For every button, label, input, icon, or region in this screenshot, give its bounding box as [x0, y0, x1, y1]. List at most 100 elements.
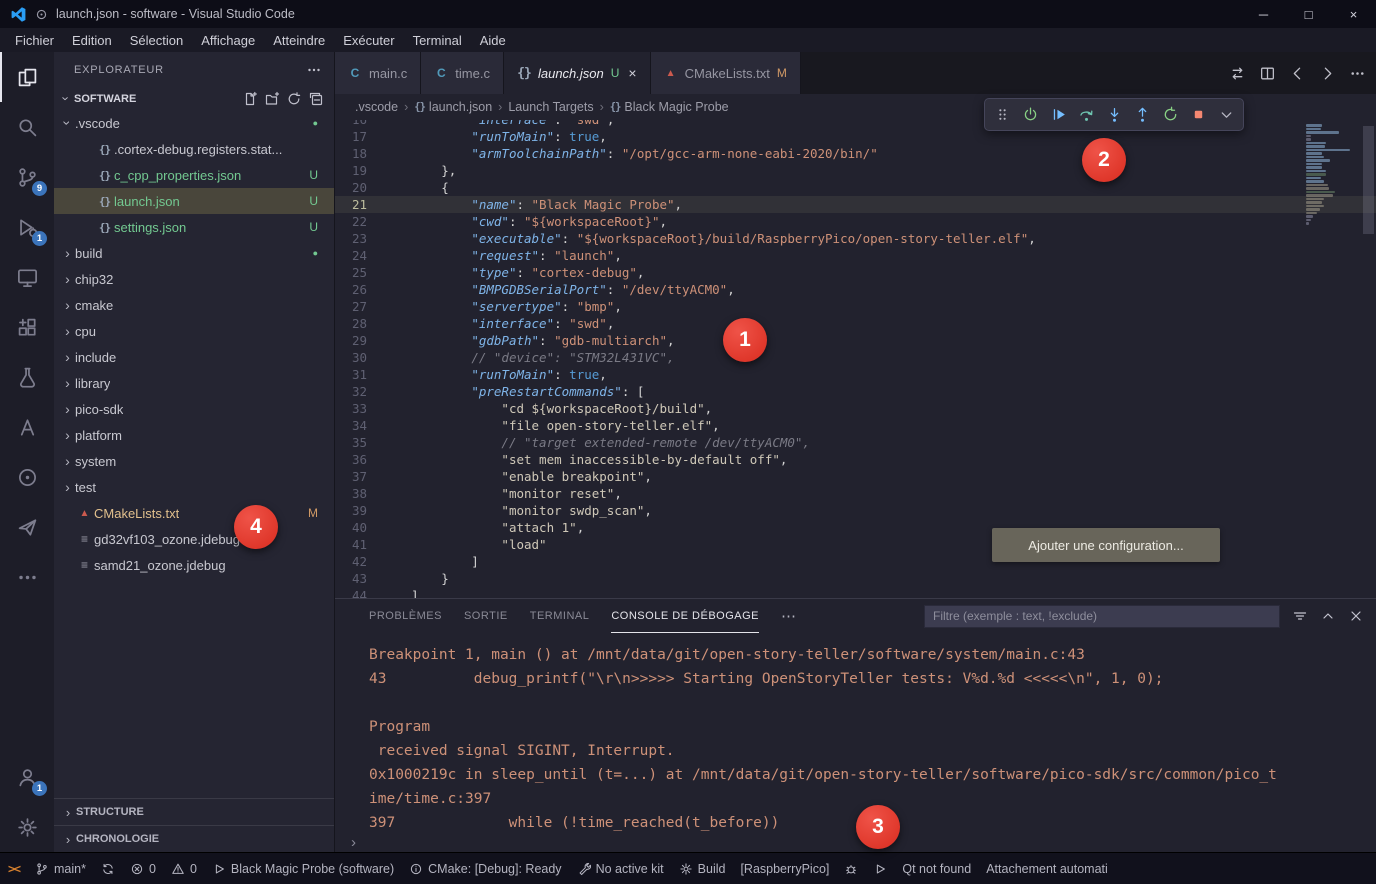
menu-s-lection[interactable]: Sélection	[121, 30, 192, 51]
activity-remote-explorer[interactable]	[0, 252, 54, 302]
tab-main-c[interactable]: Cmain.c	[335, 52, 421, 94]
activity-account[interactable]: 1	[0, 752, 54, 802]
breadcrumb-item-launch-json[interactable]: {}launch.json	[414, 100, 492, 114]
navigate-forward-icon[interactable]	[1319, 65, 1336, 82]
status-errors[interactable]: 0	[130, 862, 156, 876]
tree-item-cmakelists-txt[interactable]: ▲CMakeLists.txtM	[54, 500, 334, 526]
console-filter-input[interactable]	[924, 605, 1280, 628]
status-build[interactable]: Build	[679, 862, 726, 876]
tree-item-launch-json[interactable]: {}launch.jsonU	[54, 188, 334, 214]
menu-ex-cuter[interactable]: Exécuter	[334, 30, 403, 51]
panel-tab-sortie[interactable]: SORTIE	[464, 599, 508, 633]
activity-ext-flag[interactable]	[0, 502, 54, 552]
tree-item-c-cpp-properties-json[interactable]: {}c_cpp_properties.jsonU	[54, 162, 334, 188]
activity-search[interactable]	[0, 102, 54, 152]
new-folder-icon[interactable]	[264, 91, 280, 107]
close-button[interactable]: ×	[1331, 0, 1376, 28]
continue-button[interactable]	[1045, 102, 1071, 128]
timeline-section[interactable]: › CHRONOLOGIE	[54, 825, 334, 852]
tree-item-cmake[interactable]: ›cmake	[54, 292, 334, 318]
menu-affichage[interactable]: Affichage	[192, 30, 264, 51]
tree-item-gd32vf103-ozone-jdebug[interactable]: ≡gd32vf103_ozone.jdebug	[54, 526, 334, 552]
tree-item-test[interactable]: ›test	[54, 474, 334, 500]
breadcrumb-item-vscode[interactable]: .vscode	[355, 100, 398, 114]
split-editor-icon[interactable]	[1259, 65, 1276, 82]
maximize-button[interactable]: □	[1286, 0, 1331, 28]
panel-tab-probl-mes[interactable]: PROBLÈMES	[369, 599, 442, 633]
open-changes-icon[interactable]	[1229, 65, 1246, 82]
tree-item-settings-json[interactable]: {}settings.jsonU	[54, 214, 334, 240]
minimize-button[interactable]: ─	[1241, 0, 1286, 28]
tree-item-chip32[interactable]: ›chip32	[54, 266, 334, 292]
status-qt[interactable]: Qt not found	[902, 862, 971, 876]
activity-settings[interactable]	[0, 802, 54, 852]
editor-scrollbar[interactable]	[1363, 126, 1374, 234]
tab-cmakelists-txt[interactable]: ▲CMakeLists.txtM	[651, 52, 801, 94]
more-actions-icon[interactable]	[1349, 65, 1366, 82]
breadcrumb-item-launch-targets[interactable]: Launch Targets	[508, 100, 593, 114]
refresh-icon[interactable]	[286, 91, 302, 107]
tree-item-include[interactable]: ›include	[54, 344, 334, 370]
tree-item-pico-sdk[interactable]: ›pico-sdk	[54, 396, 334, 422]
close-icon[interactable]: ×	[628, 65, 636, 81]
filter-lines-icon[interactable]	[1292, 608, 1308, 624]
debug-console-input[interactable]: ›	[335, 832, 1376, 852]
tree-item-platform[interactable]: ›platform	[54, 422, 334, 448]
minimap[interactable]	[1306, 124, 1360, 225]
tree-item-samd21-ozone-jdebug[interactable]: ≡samd21_ozone.jdebug	[54, 552, 334, 578]
activity-ext-circle[interactable]	[0, 452, 54, 502]
activity-extensions[interactable]	[0, 302, 54, 352]
status-debug[interactable]	[844, 862, 858, 876]
status-branch[interactable]: main*	[35, 862, 86, 876]
add-configuration-button[interactable]: Ajouter une configuration...	[992, 528, 1220, 562]
tree-item-system[interactable]: ›system	[54, 448, 334, 474]
menu-atteindre[interactable]: Atteindre	[264, 30, 334, 51]
chevron-up-icon[interactable]	[1320, 608, 1336, 624]
status-sync[interactable]	[101, 862, 115, 876]
status-warnings[interactable]: 0	[171, 862, 197, 876]
breadcrumb-item-black-magic-probe[interactable]: {}Black Magic Probe	[610, 100, 729, 114]
tab-time-c[interactable]: Ctime.c	[421, 52, 504, 94]
menu-fichier[interactable]: Fichier	[6, 30, 63, 51]
status-debug-target[interactable]: Black Magic Probe (software)	[212, 862, 394, 876]
power-button[interactable]	[1017, 102, 1043, 128]
status-variant[interactable]: [RaspberryPico]	[740, 862, 829, 876]
activity-testing[interactable]	[0, 352, 54, 402]
debug-more-button[interactable]	[1213, 102, 1239, 128]
tree-item-cpu[interactable]: ›cpu	[54, 318, 334, 344]
close-icon[interactable]	[1348, 608, 1364, 624]
panel-more-tabs-icon[interactable]: ⋯	[781, 607, 796, 625]
workspace-section-header[interactable]: › SOFTWARE	[54, 87, 334, 110]
step-out-button[interactable]	[1129, 102, 1155, 128]
collapse-all-icon[interactable]	[308, 91, 324, 107]
activity-ext-a[interactable]	[0, 402, 54, 452]
restart-button[interactable]	[1157, 102, 1183, 128]
activity-run-debug[interactable]: 1	[0, 202, 54, 252]
outline-section[interactable]: › STRUCTURE	[54, 798, 334, 825]
status-remote[interactable]: ><	[8, 862, 20, 876]
tree-item-build[interactable]: ›build●	[54, 240, 334, 266]
step-into-button[interactable]	[1101, 102, 1127, 128]
tree-item-vscode[interactable]: ›.vscode●	[54, 110, 334, 136]
code-editor[interactable]: 16 "interface": "swd",17 "runToMain": tr…	[335, 120, 1376, 598]
status-active-kit[interactable]: No active kit	[577, 862, 664, 876]
stop-button[interactable]	[1185, 102, 1211, 128]
activity-source-control[interactable]: 9	[0, 152, 54, 202]
drag-handle[interactable]	[989, 102, 1015, 128]
activity-explorer[interactable]	[0, 52, 54, 102]
tree-item-cortex-debug-registers-stat[interactable]: {}.cortex-debug.registers.stat...	[54, 136, 334, 162]
menu-edition[interactable]: Edition	[63, 30, 121, 51]
step-over-button[interactable]	[1073, 102, 1099, 128]
navigate-back-icon[interactable]	[1289, 65, 1306, 82]
menu-terminal[interactable]: Terminal	[404, 30, 471, 51]
panel-tab-terminal[interactable]: TERMINAL	[530, 599, 590, 633]
sidebar-more-actions-icon[interactable]	[306, 62, 322, 78]
tab-launch-json[interactable]: {}launch.jsonU×	[504, 52, 651, 94]
status-auto-attach[interactable]: Attachement automati	[986, 862, 1108, 876]
activity-more[interactable]	[0, 552, 54, 602]
tree-item-library[interactable]: ›library	[54, 370, 334, 396]
status-cmake-status[interactable]: CMake: [Debug]: Ready	[409, 862, 561, 876]
menu-aide[interactable]: Aide	[471, 30, 515, 51]
status-launch[interactable]	[873, 862, 887, 876]
panel-tab-console-de-d-bogage[interactable]: CONSOLE DE DÉBOGAGE	[611, 599, 759, 633]
